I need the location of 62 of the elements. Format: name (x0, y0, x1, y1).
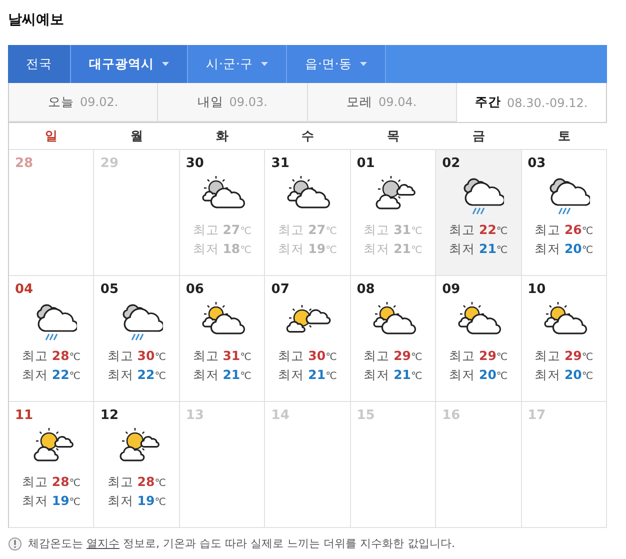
low-temperature: 최저 21℃ (364, 240, 422, 258)
region-selector[interactable]: 읍·면·동 (286, 45, 386, 83)
high-temperature: 최고 30℃ (107, 347, 166, 365)
high-temperature: 최고 29℃ (364, 347, 422, 365)
day-number: 09 (442, 281, 462, 299)
low-temperature: 최저 18℃ (192, 240, 252, 258)
period-tab[interactable]: 모레 09.04. (308, 83, 457, 122)
day-number: 01 (356, 155, 376, 173)
day-number: 08 (356, 281, 376, 299)
day-number: 28 (15, 155, 34, 173)
day-number: 07 (271, 281, 290, 299)
low-temperature: 최저 19℃ (278, 240, 337, 258)
weekday-header: 화 (215, 126, 230, 145)
day-number: 06 (186, 281, 205, 299)
low-temperature: 최저 22℃ (22, 366, 81, 384)
weekday-header: 일 (44, 126, 60, 145)
high-temperature: 최고 28℃ (107, 473, 166, 491)
period-tab[interactable]: 주간 08.30.-09.12. (456, 83, 606, 122)
day-number: 31 (271, 155, 290, 173)
weekday-header: 월 (130, 126, 145, 145)
day-number: 30 (186, 155, 205, 173)
low-temperature: 최저 20℃ (449, 366, 508, 384)
high-temperature: 최고 27℃ (192, 221, 252, 239)
day-number: 05 (100, 281, 120, 299)
day-number: 11 (15, 407, 34, 425)
low-temperature: 최저 20℃ (534, 366, 594, 384)
region-selector[interactable]: 전국 (8, 45, 71, 83)
high-temperature: 최고 22℃ (449, 221, 508, 239)
weekday-header: 금 (471, 126, 486, 145)
region-selector[interactable]: 대구광역시 (71, 45, 188, 83)
high-temperature: 최고 31℃ (192, 347, 252, 365)
day-number: 02 (442, 155, 462, 173)
heat-index-link[interactable]: 열지수 (86, 537, 120, 550)
low-temperature: 최저 21℃ (192, 366, 252, 384)
high-temperature: 최고 27℃ (278, 221, 337, 239)
weekday-header: 목 (386, 126, 401, 145)
low-temperature: 최저 21℃ (278, 366, 337, 384)
day-number: 04 (15, 281, 34, 299)
high-temperature: 최고 29℃ (449, 347, 508, 365)
low-temperature: 최저 19℃ (22, 492, 81, 510)
region-selector[interactable]: 시·군·구 (188, 45, 287, 83)
high-temperature: 최고 31℃ (364, 221, 422, 239)
low-temperature: 최저 21℃ (449, 240, 508, 258)
day-number: 03 (528, 155, 547, 173)
high-temperature: 최고 28℃ (22, 347, 81, 365)
day-number: 12 (100, 407, 120, 425)
weekday-header: 수 (300, 126, 316, 145)
high-temperature: 최고 30℃ (278, 347, 337, 365)
high-temperature: 최고 28℃ (22, 473, 81, 491)
feels-like-note: 체감온도는 열지수 정보로, 기온과 습도 따라 실제로 느끼는 더위를 지수화한 값입니다. (28, 536, 455, 552)
day-number: 10 (528, 281, 547, 299)
high-temperature: 최고 26℃ (534, 221, 594, 239)
low-temperature: 최저 22℃ (107, 366, 166, 384)
low-temperature: 최저 20℃ (534, 240, 594, 258)
info-icon (8, 537, 22, 552)
period-tab[interactable]: 오늘 09.02. (9, 83, 158, 122)
weekday-header: 토 (556, 126, 572, 145)
page-title: 날씨예보 (8, 11, 65, 30)
low-temperature: 최저 21℃ (364, 366, 422, 384)
low-temperature: 최저 19℃ (107, 492, 166, 510)
high-temperature: 최고 29℃ (534, 347, 594, 365)
period-tab[interactable]: 내일 09.03. (158, 83, 308, 122)
